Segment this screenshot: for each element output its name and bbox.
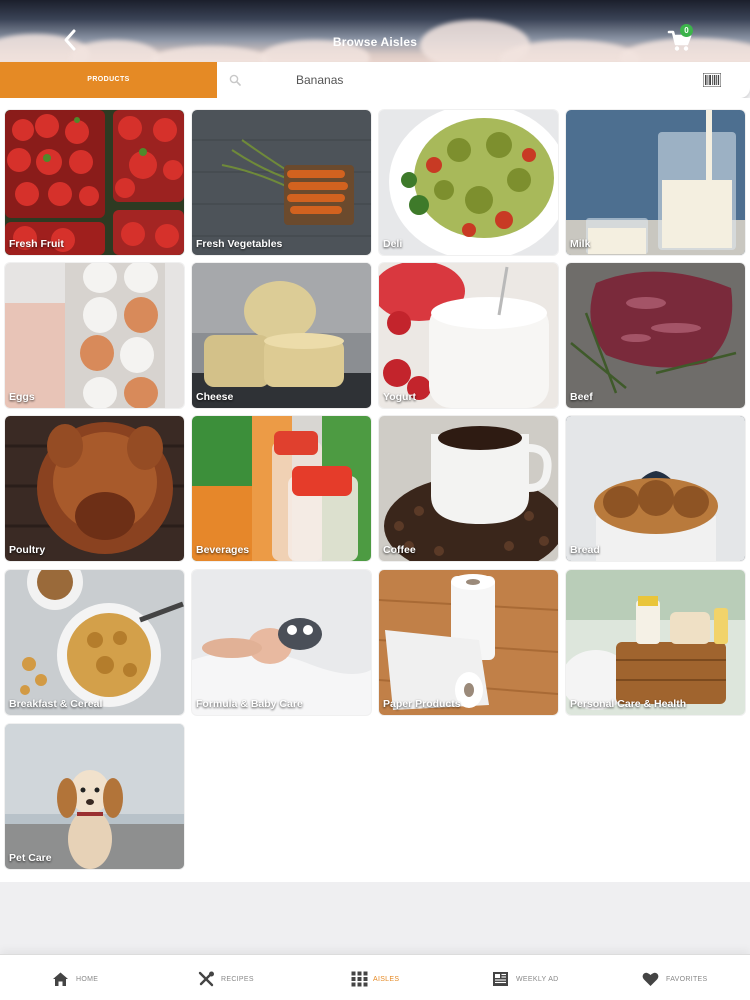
cart-count-badge: 0	[680, 24, 693, 37]
aisle-tile-yogurt[interactable]: Yogurt	[379, 263, 558, 408]
aisle-label: Beverages	[196, 544, 250, 556]
fresh-fruit-image	[5, 110, 184, 255]
aisle-tile-breakfast-cereal[interactable]: Breakfast & Cereal	[5, 570, 184, 715]
formula-baby-care-image	[192, 570, 371, 715]
tab-label: FAVORITES	[666, 976, 708, 983]
search-input[interactable]	[296, 70, 676, 90]
app-header: Browse Aisles 0	[0, 0, 750, 64]
newspaper-icon	[493, 972, 508, 986]
grid-icon	[351, 971, 368, 987]
utensils-icon	[198, 971, 214, 987]
pet-care-image	[5, 724, 184, 869]
aisle-label: Eggs	[9, 391, 35, 403]
tab-label: AISLES	[373, 976, 400, 983]
aisle-tile-formula-baby-care[interactable]: Formula & Baby Care	[192, 570, 371, 715]
aisle-label: Deli	[383, 238, 403, 250]
aisle-label: Fresh Fruit	[9, 238, 64, 250]
beverages-image	[192, 416, 371, 561]
eggs-image	[5, 263, 184, 408]
aisle-tile-deli[interactable]: Deli	[379, 110, 558, 255]
aisle-tile-beverages[interactable]: Beverages	[192, 416, 371, 561]
aisle-label: Beef	[570, 391, 593, 403]
tab-home[interactable]: HOME	[50, 955, 110, 1000]
aisle-tile-bread[interactable]: Bread	[566, 416, 745, 561]
poultry-image	[5, 416, 184, 561]
coffee-image	[379, 416, 558, 561]
aisle-tile-pet-care[interactable]: Pet Care	[5, 724, 184, 869]
search-icon	[229, 74, 241, 86]
bread-image	[566, 416, 745, 561]
aisle-tile-paper-products[interactable]: Paper Products	[379, 570, 558, 715]
tab-label: RECIPES	[221, 976, 254, 983]
aisle-label: Milk	[570, 238, 591, 250]
bottom-tab-bar: HOME RECIPES AISLES WEEKLY AD FAVORITES	[0, 954, 750, 1000]
aisle-tile-milk[interactable]: Milk	[566, 110, 745, 255]
tab-label: WEEKLY AD	[516, 976, 559, 983]
aisle-label: Fresh Vegetables	[196, 238, 283, 250]
page-title: Browse Aisles	[332, 35, 418, 49]
aisle-label: Breakfast & Cereal	[9, 698, 103, 710]
paper-products-image	[379, 570, 558, 715]
aisle-label: Cheese	[196, 391, 234, 403]
milk-image	[566, 110, 745, 255]
tab-favorites[interactable]: FAVORITES	[640, 955, 720, 1000]
home-icon	[53, 972, 68, 986]
yogurt-image	[379, 263, 558, 408]
aisle-tile-fresh-fruit[interactable]: Fresh Fruit	[5, 110, 184, 255]
search-bar: PRODUCTS	[0, 62, 750, 98]
aisle-label: Pet Care	[9, 852, 52, 864]
aisle-label: Formula & Baby Care	[196, 698, 303, 710]
barcode-scan-button[interactable]	[702, 72, 722, 88]
tab-recipes[interactable]: RECIPES	[195, 955, 265, 1000]
tab-aisles[interactable]: AISLES	[349, 955, 409, 1000]
aisle-tile-cheese[interactable]: Cheese	[192, 263, 371, 408]
aisle-label: Poultry	[9, 544, 46, 556]
aisle-tile-eggs[interactable]: Eggs	[5, 263, 184, 408]
aisle-tile-poultry[interactable]: Poultry	[5, 416, 184, 561]
aisle-grid: Fresh Fruit Fresh Vegetables Deli Milk E…	[0, 98, 750, 882]
aisle-tile-beef[interactable]: Beef	[566, 263, 745, 408]
aisle-label: Coffee	[383, 544, 416, 556]
aisle-label: Personal Care & Health	[570, 698, 687, 710]
personal-care-health-image	[566, 570, 745, 715]
tab-products[interactable]: PRODUCTS	[0, 62, 217, 98]
beef-image	[566, 263, 745, 408]
aisle-tile-fresh-vegetables[interactable]: Fresh Vegetables	[192, 110, 371, 255]
barcode-icon	[702, 72, 722, 88]
tab-weekly-ad[interactable]: WEEKLY AD	[490, 955, 570, 1000]
aisle-label: Bread	[570, 544, 600, 556]
fresh-vegetables-image	[192, 110, 371, 255]
deli-image	[379, 110, 558, 255]
heart-icon	[642, 972, 659, 986]
aisle-label: Paper Products	[383, 698, 461, 710]
breakfast-cereal-image	[5, 570, 184, 715]
aisle-tile-personal-care-health[interactable]: Personal Care & Health	[566, 570, 745, 715]
cheese-image	[192, 263, 371, 408]
aisle-label: Yogurt	[383, 391, 417, 403]
aisle-tile-coffee[interactable]: Coffee	[379, 416, 558, 561]
tab-label: HOME	[76, 976, 99, 983]
